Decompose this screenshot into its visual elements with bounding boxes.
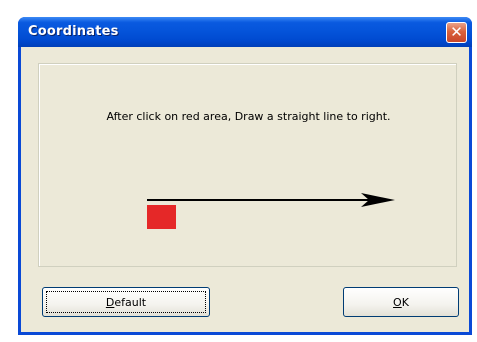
dialog-client-area: After click on red area, Draw a straight… bbox=[21, 47, 469, 332]
drawing-panel: After click on red area, Draw a straight… bbox=[38, 63, 457, 267]
default-button[interactable]: Default bbox=[42, 287, 210, 317]
window-title: Coordinates bbox=[28, 24, 119, 39]
screen-background: Coordinates ✕ After click on red area, D… bbox=[0, 0, 477, 342]
title-bar[interactable]: Coordinates ✕ bbox=[18, 17, 472, 47]
default-button-label: Default bbox=[105, 295, 147, 309]
right-arrow-icon bbox=[147, 193, 395, 207]
red-target-area[interactable] bbox=[147, 205, 176, 229]
close-icon: ✕ bbox=[450, 23, 463, 41]
coordinates-dialog: Coordinates ✕ After click on red area, D… bbox=[18, 17, 472, 335]
ok-button[interactable]: OK bbox=[343, 287, 459, 317]
ok-button-label: OK bbox=[393, 295, 409, 309]
close-button[interactable]: ✕ bbox=[446, 22, 467, 43]
